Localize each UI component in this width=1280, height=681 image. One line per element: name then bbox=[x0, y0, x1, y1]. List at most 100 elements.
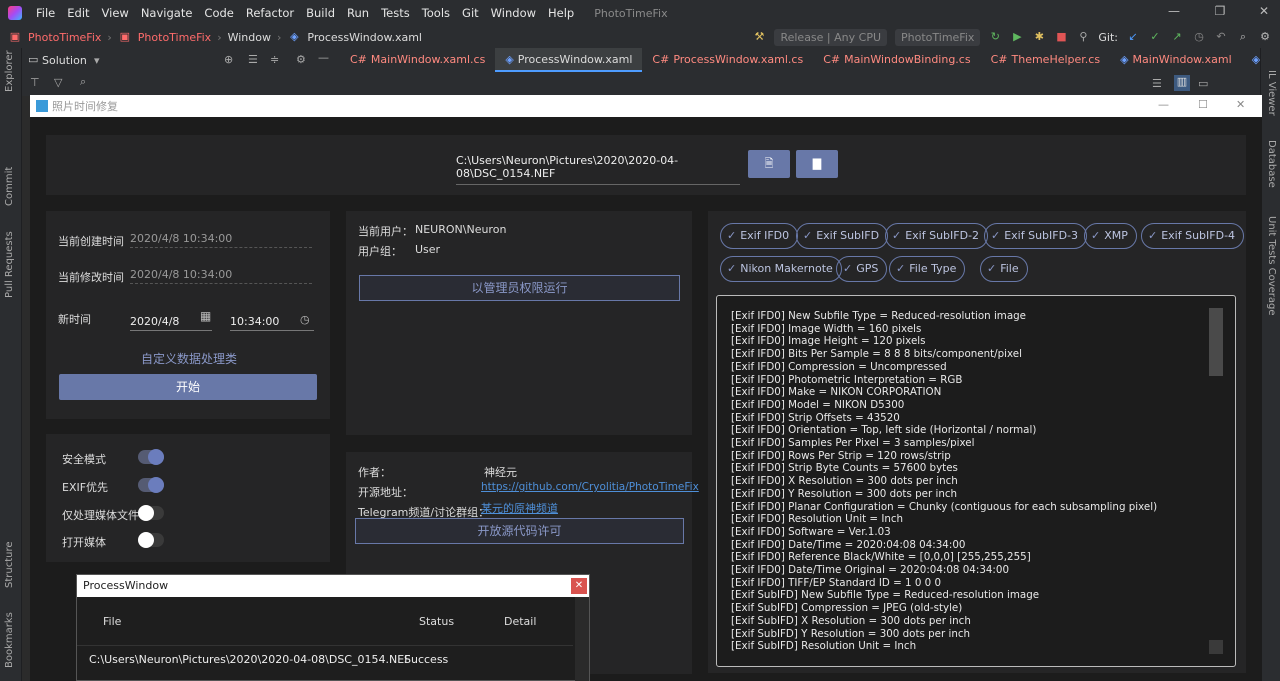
minimize-icon[interactable]: — bbox=[1158, 98, 1169, 111]
solution-label[interactable]: Solution bbox=[42, 54, 87, 67]
open-media-toggle[interactable] bbox=[138, 532, 164, 548]
tab-processwindow-xaml-cs[interactable]: C# ProcessWindow.xaml.cs bbox=[642, 48, 813, 72]
breadcrumb-folder[interactable]: Window bbox=[228, 31, 271, 44]
menu-build[interactable]: Build bbox=[300, 6, 341, 20]
minimize-icon[interactable]: — bbox=[1166, 4, 1182, 20]
menu-edit[interactable]: Edit bbox=[61, 6, 95, 20]
breadcrumb-file[interactable]: ProcessWindow.xaml bbox=[307, 31, 422, 44]
menu-window[interactable]: Window bbox=[485, 6, 542, 20]
tab-themehelper-cs[interactable]: C# ThemeHelper.cs bbox=[981, 48, 1110, 72]
tool-database[interactable]: Database bbox=[1266, 140, 1277, 188]
media-only-toggle[interactable] bbox=[138, 505, 164, 521]
filter-icon[interactable]: ⊤ bbox=[30, 76, 40, 89]
calendar-icon[interactable]: ▦ bbox=[200, 309, 211, 323]
menu-file[interactable]: File bbox=[30, 6, 61, 20]
git-update-icon[interactable]: ↙ bbox=[1126, 30, 1140, 44]
table-row-file[interactable]: C:\Users\Neuron\Pictures\2020\2020-04-08… bbox=[89, 653, 411, 666]
license-button[interactable]: 开放源代码许可 bbox=[355, 518, 684, 544]
exif-scrollbar[interactable] bbox=[1209, 308, 1223, 656]
run-config-select[interactable]: PhotoTimeFix bbox=[895, 28, 981, 46]
attach-icon[interactable]: ⚲ bbox=[1076, 30, 1090, 44]
chip-exif-ifd0[interactable]: ✓ Exif IFD0 bbox=[720, 223, 799, 249]
menu-refactor[interactable]: Refactor bbox=[240, 6, 300, 20]
scroll-down-icon[interactable] bbox=[1209, 640, 1223, 654]
start-button[interactable]: 开始 bbox=[59, 374, 317, 400]
menu-code[interactable]: Code bbox=[198, 6, 239, 20]
column-header-detail[interactable]: Detail bbox=[504, 615, 536, 628]
exif-first-toggle[interactable] bbox=[138, 477, 164, 493]
tool-unit-tests-coverage[interactable]: Unit Tests Coverage bbox=[1266, 216, 1277, 316]
path-input[interactable]: C:\Users\Neuron\Pictures\2020\2020-04-08… bbox=[456, 154, 740, 185]
chip-file[interactable]: ✓ File bbox=[980, 256, 1028, 282]
menu-view[interactable]: View bbox=[96, 6, 135, 20]
select-folder-button[interactable]: ▇ bbox=[796, 150, 838, 178]
hammer-icon[interactable]: ⚒ bbox=[752, 30, 766, 44]
split-view-icon[interactable]: ▥ bbox=[1174, 75, 1190, 91]
chip-exif-subifd-4[interactable]: ✓ Exif SubIFD-4 bbox=[1141, 223, 1245, 249]
clock-icon[interactable]: ◷ bbox=[300, 313, 310, 326]
breadcrumb-project[interactable]: PhotoTimeFix bbox=[138, 31, 211, 44]
menu-run[interactable]: Run bbox=[341, 6, 375, 20]
column-header-file[interactable]: File bbox=[103, 615, 121, 628]
menu-navigate[interactable]: Navigate bbox=[135, 6, 199, 20]
column-header-status[interactable]: Status bbox=[419, 615, 454, 628]
chevron-down-icon[interactable]: ▾ bbox=[94, 54, 100, 67]
tool-explorer[interactable]: Explorer bbox=[4, 50, 15, 92]
run-as-admin-button[interactable]: 以管理员权限运行 bbox=[359, 275, 680, 301]
chip-exif-subifd-2[interactable]: ✓ Exif SubIFD-2 bbox=[885, 223, 989, 249]
tab-mainwindowbinding-cs[interactable]: C# MainWindowBinding.cs bbox=[813, 48, 980, 72]
process-scrollbar[interactable] bbox=[575, 597, 589, 681]
history-icon[interactable]: ◷ bbox=[1192, 30, 1206, 44]
collapse-all-icon[interactable]: ≑ bbox=[270, 53, 279, 66]
tool-il-viewer[interactable]: IL Viewer bbox=[1266, 70, 1277, 116]
expand-all-icon[interactable]: ☰ bbox=[248, 53, 258, 66]
gear-icon[interactable]: ⚙ bbox=[296, 53, 306, 66]
menu-tools[interactable]: Tools bbox=[416, 6, 456, 20]
chip-exif-subifd[interactable]: ✓ Exif SubIFD bbox=[796, 223, 889, 249]
menu-tests[interactable]: Tests bbox=[375, 6, 416, 20]
custom-processor-link[interactable]: 自定义数据处理类 bbox=[141, 350, 237, 367]
debug-icon[interactable]: ✱ bbox=[1032, 30, 1046, 44]
git-commit-icon[interactable]: ✓ bbox=[1148, 30, 1162, 44]
filter-down-icon[interactable]: ▽ bbox=[54, 76, 62, 89]
tab-overflow[interactable]: ◈Co bbox=[1242, 48, 1260, 72]
tab-processwindow-xaml[interactable]: ◈ ProcessWindow.xaml bbox=[495, 48, 643, 72]
search-icon[interactable]: ⌕ bbox=[1236, 30, 1250, 44]
chip-nikon-makernote[interactable]: ✓ Nikon Makernote bbox=[720, 256, 842, 282]
menu-help[interactable]: Help bbox=[542, 6, 580, 20]
repo-link[interactable]: https://github.com/Cryolitia/PhotoTimeFi… bbox=[481, 481, 699, 493]
chip-xmp[interactable]: ✓ XMP bbox=[1084, 223, 1137, 249]
table-row-status[interactable]: Success bbox=[404, 653, 448, 666]
tool-bookmarks[interactable]: Bookmarks bbox=[4, 612, 15, 668]
scrollbar-thumb[interactable] bbox=[1209, 308, 1223, 376]
restore-icon[interactable]: ❐ bbox=[1212, 4, 1228, 20]
exif-output[interactable]: [Exif IFD0] New Subfile Type = Reduced-r… bbox=[716, 295, 1236, 667]
close-icon[interactable]: ✕ bbox=[1256, 4, 1272, 20]
close-icon[interactable]: ✕ bbox=[1236, 98, 1245, 111]
editor-only-icon[interactable]: ☰ bbox=[1152, 77, 1162, 90]
tool-structure[interactable]: Structure bbox=[4, 541, 15, 588]
hide-icon[interactable]: — bbox=[318, 51, 329, 64]
select-file-button[interactable]: 🗎 bbox=[748, 150, 790, 178]
search-icon[interactable]: ⌕ bbox=[80, 75, 86, 89]
tab-mainwindow-xaml[interactable]: ◈ MainWindow.xaml bbox=[1110, 48, 1242, 72]
tool-pull-requests[interactable]: Pull Requests bbox=[4, 231, 15, 298]
preview-only-icon[interactable]: ▭ bbox=[1198, 77, 1208, 90]
breadcrumb-solution[interactable]: PhotoTimeFix bbox=[28, 31, 101, 44]
maximize-icon[interactable]: ☐ bbox=[1198, 98, 1208, 111]
locate-icon[interactable]: ⊕ bbox=[224, 53, 233, 66]
stop-icon[interactable]: ■ bbox=[1054, 30, 1068, 44]
settings-icon[interactable]: ⚙ bbox=[1258, 30, 1272, 44]
rollback-icon[interactable]: ↶ bbox=[1214, 30, 1228, 44]
tool-commit[interactable]: Commit bbox=[4, 167, 15, 206]
safe-mode-toggle[interactable] bbox=[138, 449, 164, 465]
tab-mainwindow-xaml-cs[interactable]: C# MainWindow.xaml.cs bbox=[340, 48, 495, 72]
close-icon[interactable]: ✕ bbox=[571, 578, 587, 594]
telegram-link[interactable]: 某元的原神频道 bbox=[481, 500, 558, 516]
build-config-select[interactable]: Release | Any CPU bbox=[774, 28, 887, 46]
chip-file-type[interactable]: ✓ File Type bbox=[889, 256, 966, 282]
chip-gps[interactable]: ✓ GPS bbox=[836, 256, 888, 282]
git-push-icon[interactable]: ↗ bbox=[1170, 30, 1184, 44]
rerun-icon[interactable]: ↻ bbox=[988, 30, 1002, 44]
menu-git[interactable]: Git bbox=[456, 6, 485, 20]
